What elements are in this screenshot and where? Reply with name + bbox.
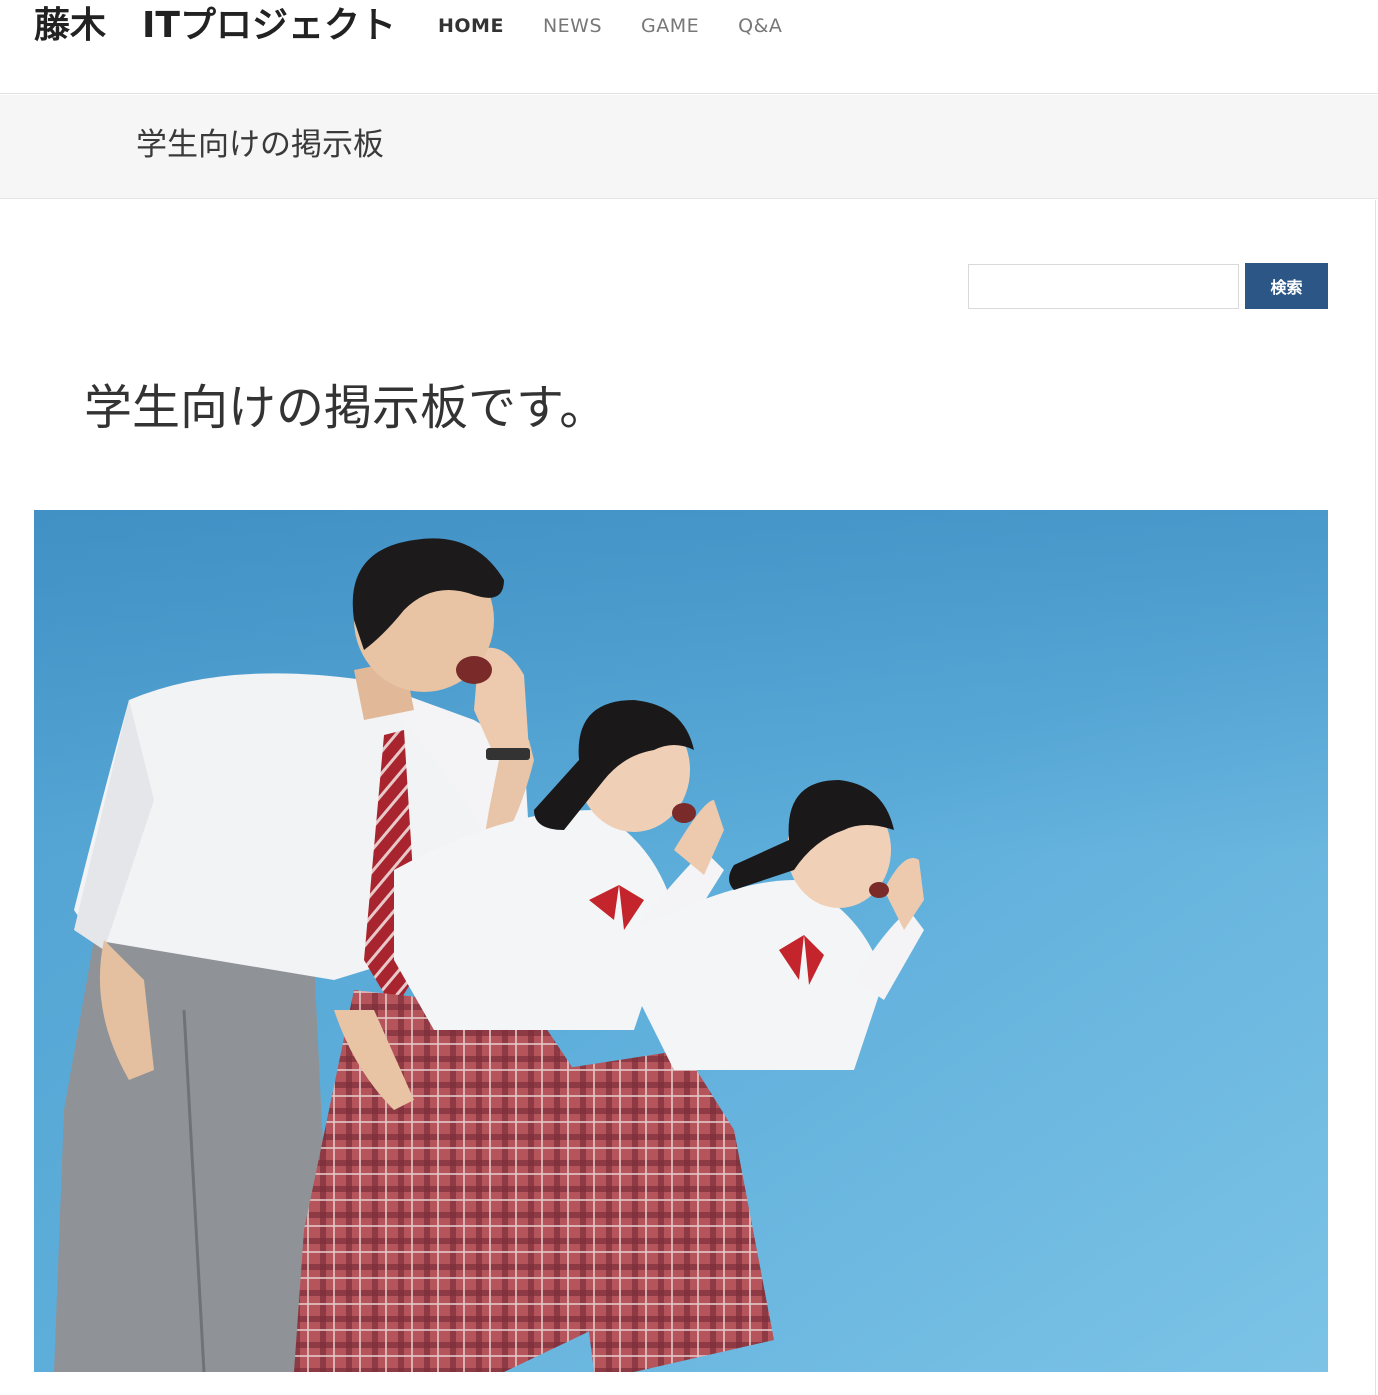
content-border	[1375, 200, 1376, 1395]
nav-home[interactable]: HOME	[438, 14, 504, 38]
page-title: 学生向けの掲示板	[136, 127, 384, 163]
hero-image	[34, 510, 1328, 1372]
nav-news[interactable]: NEWS	[543, 14, 602, 38]
search-button[interactable]: 検索	[1245, 263, 1328, 309]
search-input[interactable]	[968, 264, 1239, 309]
site-title[interactable]: 藤木 ITプロジェクト	[34, 4, 396, 48]
nav-qa[interactable]: Q&A	[738, 14, 782, 38]
hero-illustration	[34, 510, 1328, 1372]
site-header: 藤木 ITプロジェクト HOME NEWS GAME Q&A	[0, 0, 1378, 94]
main-nav: HOME NEWS GAME Q&A	[438, 14, 821, 38]
main-heading: 学生向けの掲示板です。	[84, 380, 608, 436]
nav-game[interactable]: GAME	[641, 14, 699, 38]
